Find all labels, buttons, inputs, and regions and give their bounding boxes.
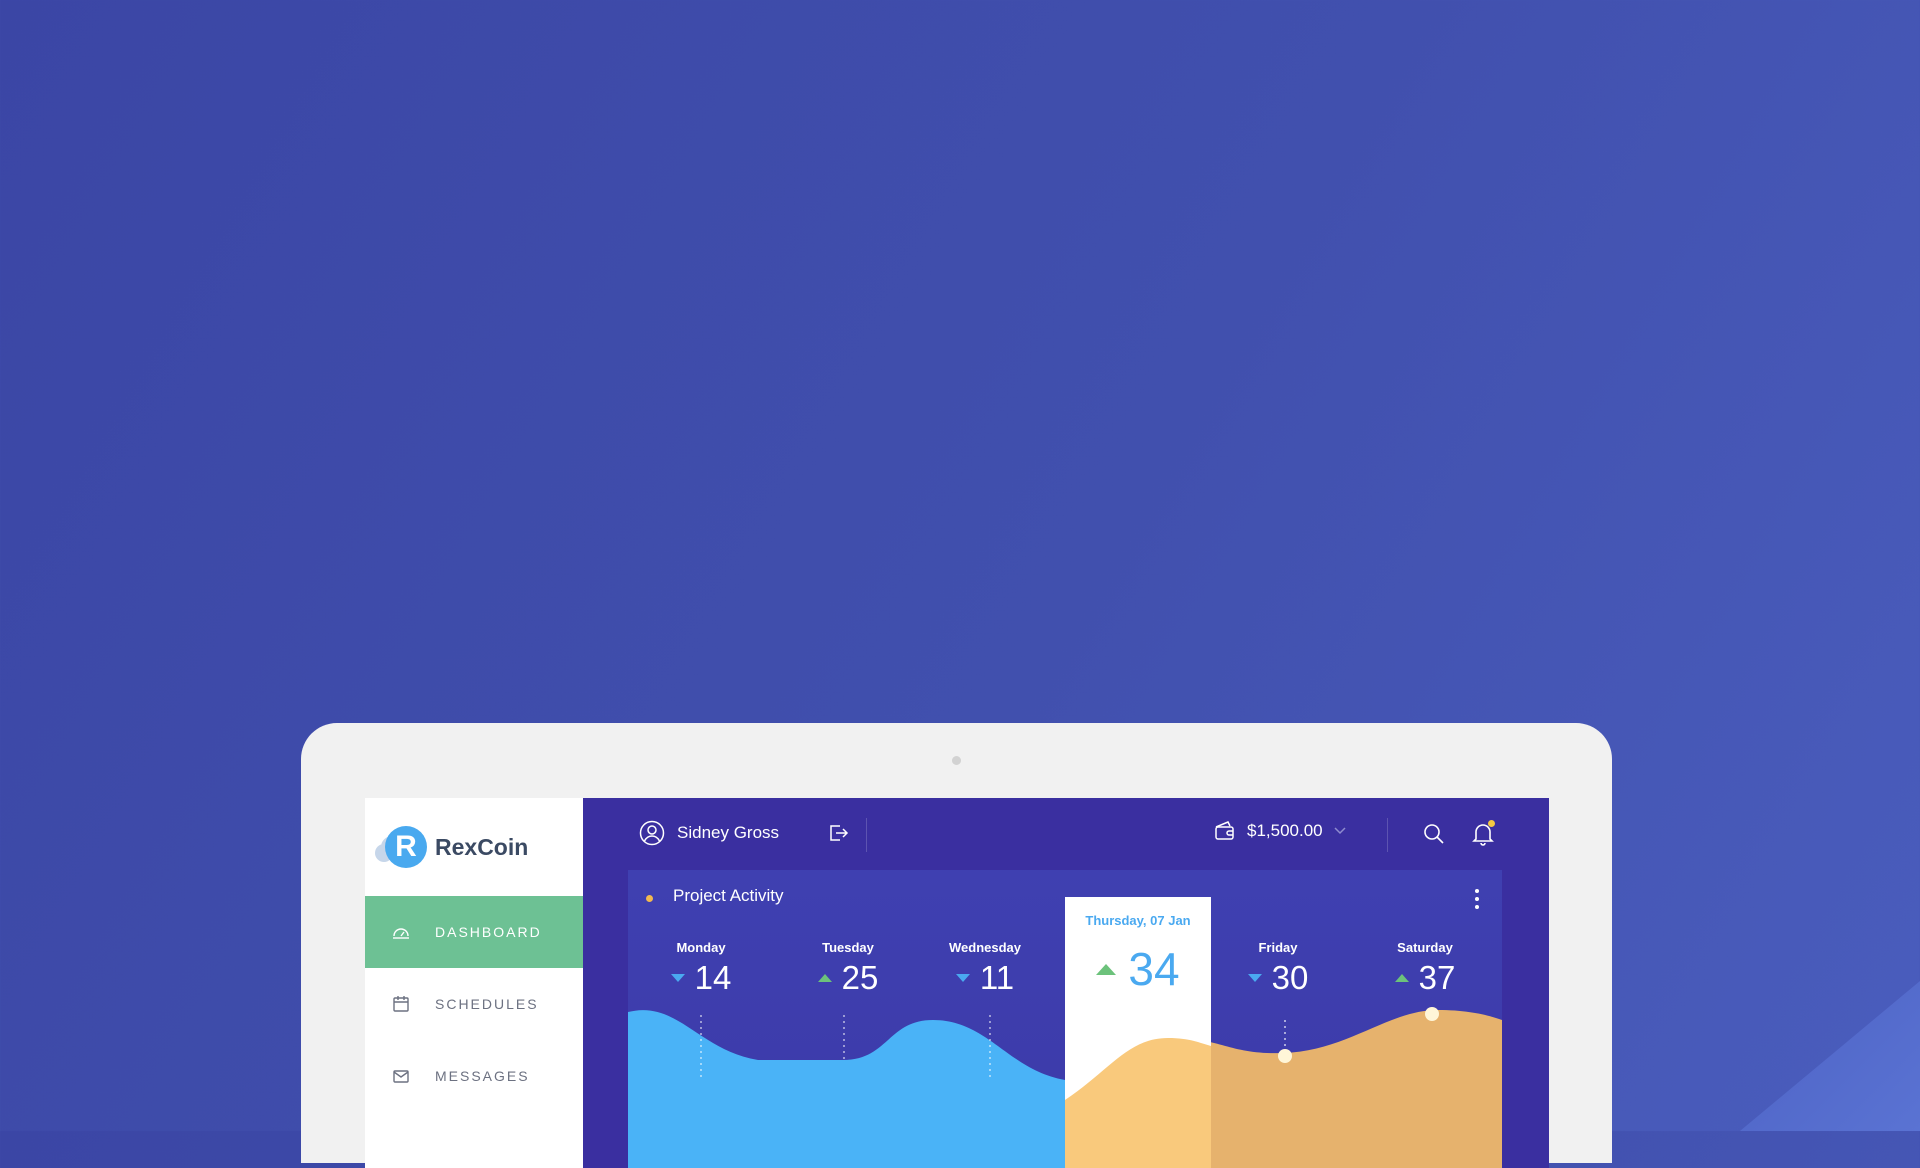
trend-down-icon: [670, 974, 685, 982]
day-value: 11: [979, 959, 1015, 996]
day-stat-friday[interactable]: Friday 30: [1218, 940, 1338, 997]
day-name: Saturday: [1397, 940, 1453, 955]
sidebar-item-label: DASHBOARD: [435, 924, 542, 940]
chevron-down-icon: [1334, 827, 1346, 835]
sidebar-item-dashboard[interactable]: DASHBOARD: [365, 896, 583, 968]
day-name: Monday: [676, 940, 726, 955]
day-value: 14: [694, 959, 732, 996]
header-divider: [866, 818, 867, 852]
day-value: 30: [1271, 959, 1309, 996]
sidebar-item-messages[interactable]: MESSAGES: [365, 1040, 583, 1112]
laptop-screen: R RexCoin DASHBOARD SCHEDULES MESSAGES S…: [365, 798, 1549, 1168]
day-value: 37: [1418, 959, 1456, 996]
day-stat-monday[interactable]: Monday 14: [641, 940, 761, 997]
calendar-icon: [393, 996, 409, 1012]
logo-mark-icon: R: [385, 826, 427, 868]
panel-title: Project Activity: [673, 886, 784, 905]
header-divider: [1387, 818, 1388, 852]
day-stat-tuesday[interactable]: Tuesday 25: [788, 940, 908, 997]
gauge-icon: [393, 928, 409, 939]
main-area: Sidney Gross $1,500.00 Project Activity …: [583, 798, 1549, 1168]
app-name: RexCoin: [435, 833, 529, 860]
panel-title-dot: [646, 895, 653, 902]
laptop-camera: [952, 756, 961, 765]
selected-day-wave: [1065, 1038, 1211, 1168]
trend-down-icon: [1247, 974, 1262, 982]
user-icon: [639, 820, 665, 846]
user-name: Sidney Gross: [677, 823, 780, 842]
wallet-balance-dropdown[interactable]: $1,500.00: [1213, 820, 1347, 842]
logout-icon[interactable]: [827, 822, 849, 849]
more-options-icon[interactable]: [1474, 888, 1480, 915]
day-name: Wednesday: [948, 940, 1021, 955]
sidebar-nav: DASHBOARD SCHEDULES MESSAGES: [365, 896, 583, 1112]
trend-up-icon: [1394, 974, 1409, 982]
project-activity-panel: Project Activity Monday 14 Tuesday 25 We…: [628, 870, 1502, 1168]
background-corner-shape: [1740, 981, 1920, 1131]
sidebar: R RexCoin DASHBOARD SCHEDULES MESSAGES: [365, 798, 583, 1168]
laptop-frame: R RexCoin DASHBOARD SCHEDULES MESSAGES S…: [301, 723, 1612, 1168]
sidebar-item-schedules[interactable]: SCHEDULES: [365, 968, 583, 1040]
trend-down-icon: [955, 974, 970, 982]
trend-up-icon: [817, 974, 832, 982]
wallet-balance: $1,500.00: [1247, 821, 1323, 840]
wallet-icon: [1215, 821, 1234, 840]
day-name: Friday: [1258, 940, 1298, 955]
day-stat-wednesday[interactable]: Wednesday 11: [925, 940, 1045, 997]
selected-day-card[interactable]: Thursday, 07 Jan 34: [1065, 897, 1211, 1168]
sidebar-item-label: MESSAGES: [435, 1068, 530, 1084]
day-value: 25: [841, 959, 879, 996]
sidebar-item-label: SCHEDULES: [435, 996, 539, 1012]
envelope-icon: [393, 1070, 409, 1083]
day-name: Tuesday: [822, 940, 874, 955]
notification-dot: [1488, 820, 1495, 827]
user-profile[interactable]: Sidney Gross: [639, 820, 779, 846]
app-logo[interactable]: R RexCoin: [385, 826, 528, 868]
search-icon[interactable]: [1423, 823, 1445, 850]
day-stat-saturday[interactable]: Saturday 37: [1365, 940, 1485, 997]
top-bar: Sidney Gross $1,500.00: [583, 798, 1549, 870]
